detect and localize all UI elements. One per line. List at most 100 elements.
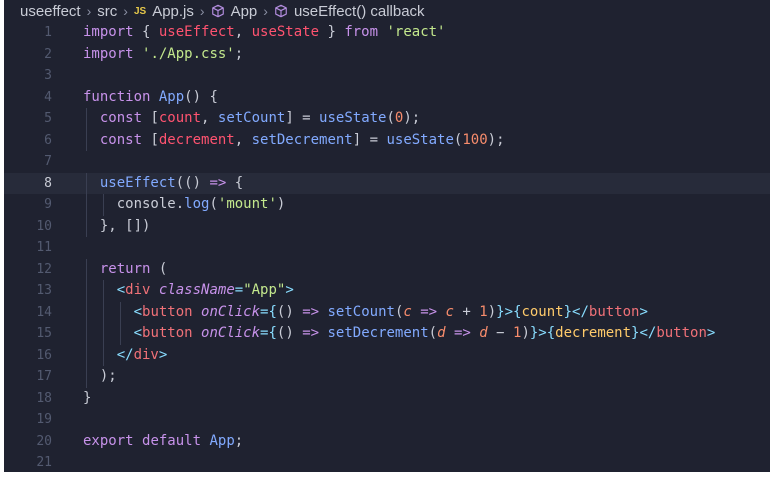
code-token: useState <box>251 24 320 40</box>
code-line[interactable]: 16 </div> <box>4 344 770 367</box>
code-token: 'mount' <box>217 196 277 212</box>
code-token: console. <box>83 196 185 212</box>
chevron-right-icon: › <box>86 3 92 19</box>
code-line[interactable]: 7 <box>4 151 770 173</box>
breadcrumb-folder-src[interactable]: src <box>97 3 117 20</box>
code-token: d <box>437 325 446 341</box>
code-line[interactable]: 9 console.log('mount') <box>4 194 770 216</box>
code-token: setDecrement <box>327 325 429 341</box>
code-token: useEffect <box>99 174 176 191</box>
code-token: } <box>83 389 92 406</box>
code-line[interactable]: 14 <button onClick={() => setCount(c => … <box>4 301 770 324</box>
line-number: 17 <box>36 369 52 384</box>
code-token: () <box>276 303 303 320</box>
code-token: }, []) <box>83 217 151 234</box>
code-token: ); <box>487 131 505 148</box>
code-text: export default App; <box>83 431 243 453</box>
code-line[interactable]: 12 return ( <box>4 258 770 281</box>
code-token: [ <box>142 110 159 126</box>
code-token: > <box>706 325 716 341</box>
code-token: setDecrement <box>251 131 353 148</box>
code-line[interactable]: 1 import { useEffect, useState } from 're… <box>4 22 770 44</box>
line-number: 13 <box>36 283 52 298</box>
line-number: 12 <box>36 261 52 277</box>
code-token: button <box>588 303 640 320</box>
code-line[interactable]: 11 <box>4 237 770 259</box>
code-text: import './App.css'; <box>83 44 243 66</box>
line-number: 18 <box>36 390 52 406</box>
code-line[interactable]: 6 const [decrement, setDecrement] = useS… <box>4 129 770 151</box>
code-token: button <box>656 325 707 341</box>
chevron-right-icon: › <box>123 3 128 19</box>
code-line[interactable]: 10 }, []) <box>4 215 770 237</box>
code-token: const <box>99 110 143 126</box>
code-text: import { useEffect, useState } from 'rea… <box>83 22 446 44</box>
code-editor[interactable]: useeffect › src › JS App.js › App › useE… <box>4 0 770 472</box>
line-number: 7 <box>44 154 52 169</box>
code-line[interactable]: 17 ); <box>4 366 770 388</box>
code-line[interactable]: 18} <box>4 388 770 410</box>
code-line[interactable]: 5 const [count, setCount] = useState(0); <box>4 108 770 130</box>
code-text: return ( <box>83 259 167 281</box>
code-token: const <box>99 131 143 148</box>
code-token: [ <box>142 131 159 148</box>
code-line[interactable]: 8 useEffect(() => { <box>4 172 770 194</box>
breadcrumb-symbol-callback[interactable]: useEffect() callback <box>274 3 425 20</box>
code-token: onClick <box>201 303 261 320</box>
code-token: > <box>639 303 648 320</box>
code-token: + <box>453 303 480 320</box>
code-token: function <box>83 88 151 105</box>
code-line[interactable]: 3 <box>4 65 770 87</box>
code-text: <button onClick={() => setDecrement(d =>… <box>83 323 716 345</box>
line-number: 1 <box>44 25 52 40</box>
line-number: 19 <box>36 412 52 427</box>
code-token: ={ <box>260 303 277 320</box>
breadcrumb-folder-useeffect[interactable]: useeffect <box>20 3 81 20</box>
line-number: 16 <box>36 347 52 363</box>
line-number: 3 <box>44 68 52 83</box>
code-token: 100 <box>462 131 488 148</box>
breadcrumb-symbol-label: useEffect() callback <box>293 2 425 20</box>
code-token: setCount <box>327 303 395 320</box>
code-token: < <box>116 282 126 298</box>
code-line[interactable]: 20 export default App; <box>4 431 770 453</box>
line-number: 9 <box>44 197 52 212</box>
code-line[interactable]: 15 <button onClick={() => setDecrement(d… <box>4 323 770 345</box>
code-line[interactable]: 19 <box>4 409 770 431</box>
code-token: button <box>142 303 193 320</box>
code-token: 1 <box>479 303 488 320</box>
breadcrumb: useeffect › src › JS App.js › App › useE… <box>4 0 770 22</box>
code-line[interactable]: 4 function App() { <box>4 87 770 109</box>
code-token: => <box>209 174 227 191</box>
code-token: , <box>234 24 252 40</box>
code-line[interactable]: 13 <div className="App"> <box>4 280 770 302</box>
code-token: , <box>201 110 218 126</box>
code-token: ( <box>428 325 438 341</box>
code-token: } <box>319 24 345 40</box>
code-token: => <box>302 303 320 320</box>
code-area[interactable]: 1 import { useEffect, useState } from 're… <box>4 22 770 472</box>
code-token: c <box>403 303 412 320</box>
breadcrumb-symbol-app[interactable]: App <box>211 3 257 20</box>
code-text: <button onClick={() => setCount(c => c +… <box>83 302 648 324</box>
code-token: from <box>344 24 379 40</box>
line-number: 4 <box>44 89 52 105</box>
code-line[interactable]: 21 <box>4 452 770 472</box>
code-token: < <box>133 303 143 320</box>
code-token: => <box>420 303 438 320</box>
breadcrumb-file[interactable]: JS App.js <box>134 3 194 20</box>
code-token: ) <box>521 325 530 341</box>
code-text: </div> <box>83 345 168 367</box>
code-token: , <box>234 131 252 148</box>
code-token: decrement <box>555 325 632 341</box>
line-number: 10 <box>36 218 52 234</box>
code-token: className <box>158 282 235 298</box>
code-token: "App" <box>243 282 286 298</box>
code-line[interactable]: 2 import './App.css'; <box>4 44 770 66</box>
